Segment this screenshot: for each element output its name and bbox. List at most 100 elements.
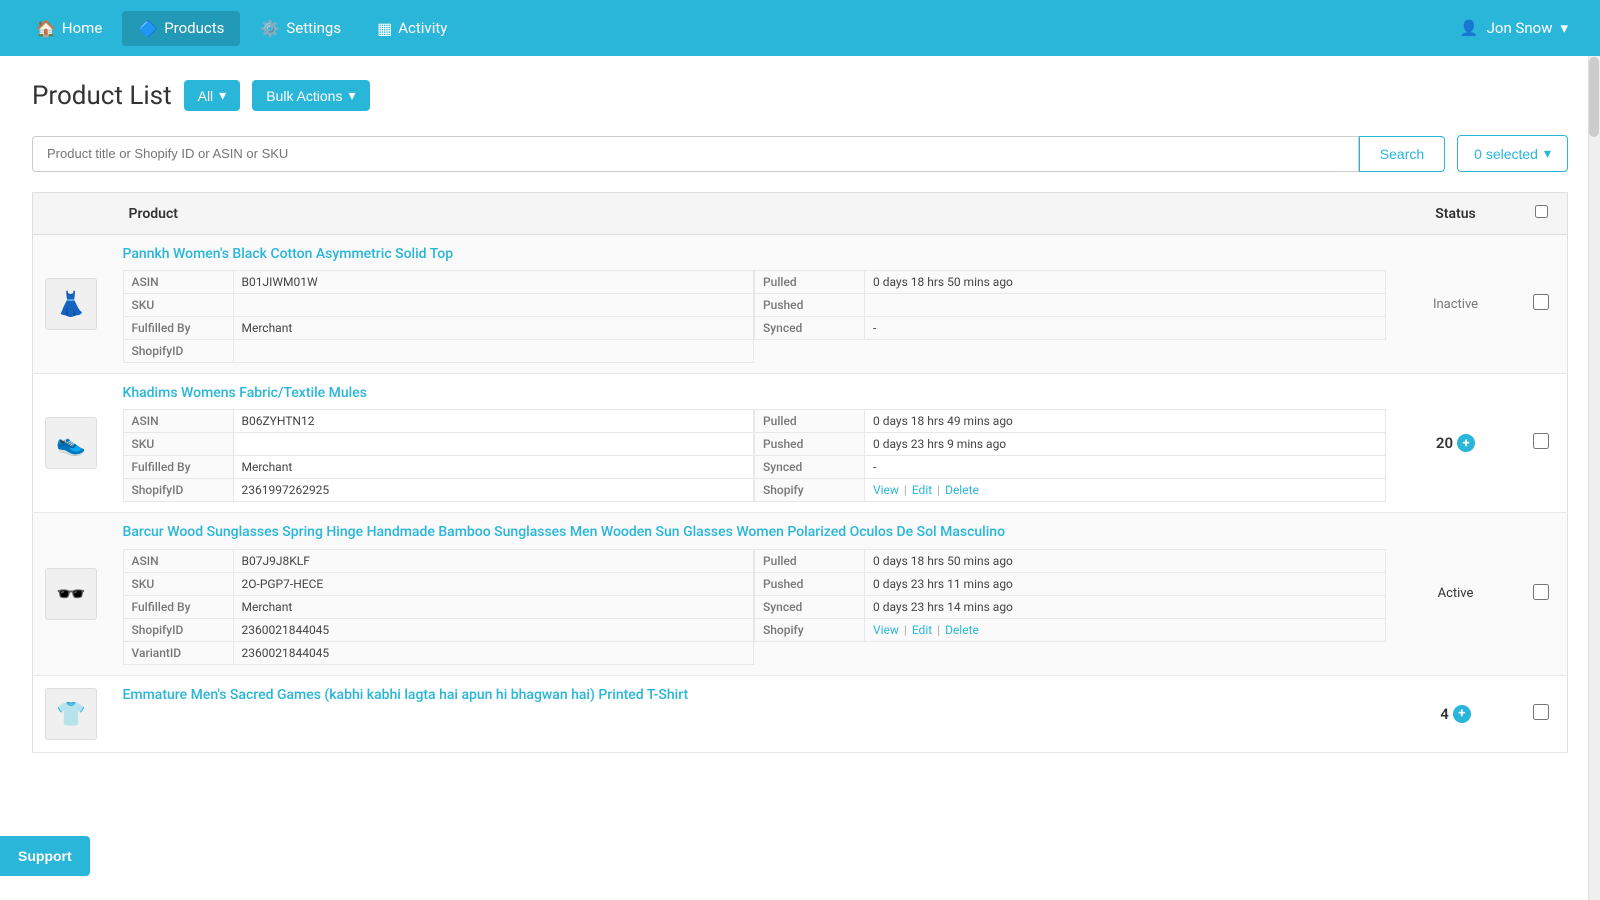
meta-grid: ASINB07J9J8KLFSKU2O-PGP7-HECEFulfilled B… [123,550,1386,665]
meta-separator: | [901,483,910,497]
table-row: 🕶️ Barcur Wood Sunglasses Spring Hinge Ha… [33,513,1568,675]
col-header-checkbox [1516,193,1568,235]
product-select-checkbox[interactable] [1533,584,1549,600]
meta-separator: | [934,483,943,497]
status-count: 20 [1436,434,1453,452]
meta-label: Synced [755,596,865,618]
meta-value[interactable]: View | Edit | Delete [865,479,1385,501]
meta-label: Pushed [755,294,865,316]
product-thumbnail: 👗 [45,278,97,330]
meta-label: ShopifyID [124,619,234,641]
meta-right: Pulled0 days 18 hrs 49 mins agoPushed0 d… [754,410,1386,502]
meta-row: ShopifyID2360021844045 [123,618,755,642]
product-status-cell: Active [1396,513,1516,675]
meta-link-edit[interactable]: Edit [912,483,932,497]
search-input[interactable] [32,136,1359,172]
meta-value: 0 days 18 hrs 50 mins ago [865,271,1385,293]
product-thumbnail: 🕶️ [45,568,97,620]
product-status-cell: Inactive [1396,235,1516,374]
product-select-checkbox[interactable] [1533,294,1549,310]
nav-item-products[interactable]: 🔷 Products [122,11,240,46]
table-row: 👕Emmature Men's Sacred Games (kabhi kabh… [33,675,1568,752]
meta-row: Fulfilled ByMerchant [123,316,755,340]
meta-label: Pulled [755,410,865,432]
status-plus-icon[interactable]: + [1453,705,1471,723]
product-select-checkbox[interactable] [1533,704,1549,720]
meta-label: ASIN [124,410,234,432]
meta-row: Pulled0 days 18 hrs 50 mins ago [754,549,1386,573]
meta-row: ShopifyID2361997262925 [123,478,755,502]
select-all-checkbox[interactable] [1535,205,1548,218]
product-image-cell: 👗 [33,235,113,374]
meta-left: ASINB06ZYHTN12SKUFulfilled ByMerchantSho… [123,410,755,502]
search-button[interactable]: Search [1359,136,1445,172]
meta-row: Fulfilled ByMerchant [123,455,755,479]
product-name[interactable]: Pannkh Women's Black Cotton Asymmetric S… [123,245,1386,263]
page-header: Product List All ▾ Bulk Actions ▾ [32,80,1568,111]
meta-value: 2O-PGP7-HECE [234,573,754,595]
meta-link-view[interactable]: View [873,483,899,497]
meta-link-view[interactable]: View [873,623,899,637]
meta-value: 0 days 23 hrs 9 mins ago [865,433,1385,455]
status-plus-icon[interactable]: + [1457,434,1475,452]
meta-value [234,294,754,316]
meta-label: Pulled [755,271,865,293]
support-button[interactable]: Support [0,836,90,876]
activity-icon: ▦ [377,19,392,38]
meta-grid: ASINB01JIWM01WSKUFulfilled ByMerchantSho… [123,271,1386,363]
scrollbar[interactable] [1588,56,1600,900]
meta-link-edit[interactable]: Edit [912,623,932,637]
nav-item-activity[interactable]: ▦ Activity [361,11,463,46]
product-name[interactable]: Khadims Womens Fabric/Textile Mules [123,384,1386,402]
meta-value: - [865,456,1385,478]
product-detail-cell: Emmature Men's Sacred Games (kabhi kabhi… [113,675,1396,752]
meta-label: ASIN [124,271,234,293]
meta-link-delete[interactable]: Delete [945,483,979,497]
meta-value [865,294,1385,316]
product-checkbox-cell [1516,235,1568,374]
product-name[interactable]: Barcur Wood Sunglasses Spring Hinge Hand… [123,523,1386,541]
meta-row: ShopifyView | Edit | Delete [754,618,1386,642]
meta-row: Synced- [754,316,1386,340]
all-filter-button[interactable]: All ▾ [184,80,241,111]
product-checkbox-cell [1516,374,1568,513]
nav-label-activity: Activity [398,19,447,37]
meta-value [234,340,754,362]
nav-item-home[interactable]: 🏠 Home [20,11,118,46]
chevron-down-icon: ▾ [1560,19,1568,37]
meta-grid: ASINB06ZYHTN12SKUFulfilled ByMerchantSho… [123,410,1386,502]
meta-value: Merchant [234,456,754,478]
meta-row: Pushed0 days 23 hrs 9 mins ago [754,432,1386,456]
meta-row: Pushed0 days 23 hrs 11 mins ago [754,572,1386,596]
meta-left: ASINB01JIWM01WSKUFulfilled ByMerchantSho… [123,271,755,363]
nav-item-settings[interactable]: ⚙️ Settings [244,11,357,46]
meta-value: Merchant [234,596,754,618]
meta-label: ASIN [124,550,234,572]
meta-value: Merchant [234,317,754,339]
meta-label: SKU [124,294,234,316]
selected-button[interactable]: 0 selected ▾ [1457,135,1568,172]
meta-label: Fulfilled By [124,317,234,339]
user-icon: 👤 [1460,19,1479,37]
bulk-actions-button[interactable]: Bulk Actions ▾ [252,80,369,111]
search-input-wrap: Search [32,136,1445,172]
meta-label: SKU [124,433,234,455]
product-image-cell: 👟 [33,374,113,513]
scrollbar-thumb[interactable] [1589,57,1599,137]
meta-value[interactable]: View | Edit | Delete [865,619,1385,641]
meta-value: - [865,317,1385,339]
col-header-product: Product [113,193,1396,235]
meta-label: ShopifyID [124,340,234,362]
meta-value: 0 days 23 hrs 14 mins ago [865,596,1385,618]
table-header-row: Product Status [33,193,1568,235]
meta-link-delete[interactable]: Delete [945,623,979,637]
nav-user[interactable]: 👤 Jon Snow ▾ [1448,11,1580,45]
search-bar: Search 0 selected ▾ [32,135,1568,172]
meta-right: Pulled0 days 18 hrs 50 mins agoPushed0 d… [754,550,1386,665]
meta-row: SKU [123,293,755,317]
product-name[interactable]: Emmature Men's Sacred Games (kabhi kabhi… [123,686,1386,704]
meta-value: B01JIWM01W [234,271,754,293]
chevron-down-icon: ▾ [348,87,355,104]
meta-separator: | [901,623,910,637]
product-select-checkbox[interactable] [1533,433,1549,449]
